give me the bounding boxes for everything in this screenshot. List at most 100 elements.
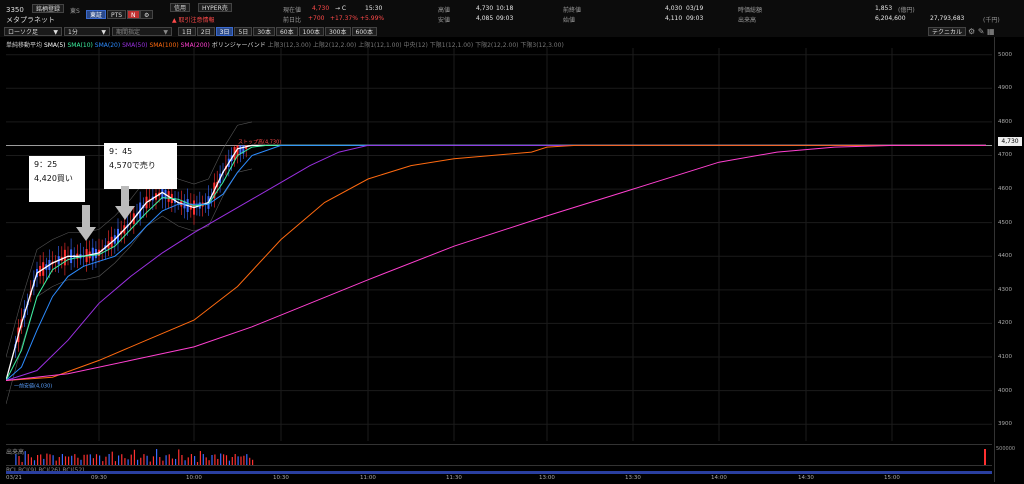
y-tick-label: 4200	[998, 320, 1012, 327]
volume-bar	[130, 454, 132, 465]
chart-type-select[interactable]: ローソク足 ▼	[4, 27, 62, 36]
ticker-code: 3350	[6, 6, 24, 14]
volume-bar	[220, 453, 222, 465]
period-tab[interactable]: 60本	[275, 27, 298, 36]
period-tabs: 1日 2日 3日 5日 30本 60本 100本 300本 600本	[178, 27, 377, 36]
interval-value: 1分	[68, 29, 78, 36]
market-cap-label: 時価総額	[738, 7, 763, 14]
settings-icon[interactable]: ⚙	[140, 10, 154, 19]
open-time: 09:03	[686, 15, 704, 22]
period-tab[interactable]: 5日	[234, 27, 253, 36]
y-tick-label: 4700	[998, 152, 1012, 159]
volume-bar	[111, 451, 113, 465]
time-axis: 03/21 09:30 10:00 10:30 11:00 11:30 13:00 13:30…	[6, 475, 992, 484]
tse-button[interactable]: 東証	[86, 10, 107, 19]
volume-bar	[202, 454, 204, 465]
current-price-label: 現在値	[283, 7, 302, 14]
volume-bar	[225, 455, 228, 465]
interval-select[interactable]: 1分 ▼	[64, 27, 110, 36]
market-cap-value: 1,853	[875, 5, 893, 12]
low-time: 09:03	[496, 15, 514, 22]
change-value: +700	[308, 15, 325, 22]
volume-bar	[240, 456, 242, 465]
period-tab[interactable]: 3日	[215, 27, 234, 36]
gear-icon[interactable]: ⚙ ✎ ▦	[968, 27, 995, 36]
y-tick-label: 4800	[998, 118, 1012, 125]
volume-bar	[194, 456, 196, 465]
chart-toolbar: ローソク足 ▼ 1分 ▼ 期間指定 ▼ 1日 2日 3日 5日 30本 60本 100本 300本 6…	[0, 26, 1024, 37]
x-tick-label: 03/21	[6, 475, 22, 481]
volume-bar	[24, 451, 26, 465]
rci-band	[6, 471, 992, 474]
volume-scale: 500000	[996, 446, 1016, 452]
volume-bar	[27, 454, 29, 465]
volume-bar	[52, 455, 54, 465]
price-axis: 3900 4000 4100 4200 4300 4400 4500 4600 4700 4800…	[994, 37, 1024, 482]
volume-bar	[95, 454, 98, 465]
y-tick-label: 4400	[998, 253, 1012, 260]
volume-bar	[64, 456, 67, 465]
x-tick-label: 14:00	[711, 475, 727, 481]
x-tick-label: 15:00	[884, 475, 900, 481]
y-tick-label: 3900	[998, 421, 1012, 428]
volume-bar	[181, 454, 183, 465]
volume-bar	[86, 454, 88, 465]
volume-bar	[205, 457, 207, 465]
register-button[interactable]: 銘柄登録	[32, 4, 65, 13]
price-chart[interactable]: ストップ高(4,730) 一前安値(4,030)	[6, 48, 992, 441]
volume-bar	[83, 454, 85, 465]
limit-high-label: ストップ高(4,730)	[238, 138, 281, 145]
period-tab[interactable]: 30本	[253, 27, 275, 36]
technical-button[interactable]: テクニカル	[928, 27, 967, 36]
y-tick-label: 4100	[998, 354, 1012, 361]
volume-bar	[133, 449, 136, 465]
change-percent: +17.37%	[330, 15, 358, 22]
current-price-marker: 4,730	[998, 137, 1022, 146]
current-price-time: 15:30	[365, 5, 383, 12]
x-tick-label: 11:00	[360, 475, 376, 481]
open-value: 4,110	[665, 15, 683, 22]
range-value: 期間指定	[116, 29, 141, 36]
credit-button[interactable]: 信用	[170, 3, 191, 12]
volume-bar	[211, 454, 213, 465]
volume-bar	[49, 454, 51, 465]
pts-button[interactable]: PTS	[107, 10, 127, 19]
period-tab[interactable]: 300本	[325, 27, 351, 36]
x-tick-label: 14:30	[798, 475, 814, 481]
period-tab[interactable]: 600本	[351, 27, 377, 36]
volume-bar	[58, 457, 60, 465]
chevron-down-icon: ▼	[53, 29, 58, 36]
volume-bar	[234, 454, 236, 465]
high-label: 高値	[438, 7, 451, 14]
volume-bar	[199, 451, 201, 465]
range-select[interactable]: 期間指定 ▼	[112, 27, 172, 36]
candle-body	[239, 145, 242, 154]
market-cap-unit: (億円)	[898, 7, 915, 14]
period-tab[interactable]: 100本	[298, 27, 325, 36]
volume-bar	[140, 457, 142, 465]
volume-bar	[143, 454, 145, 465]
x-tick-label: 13:00	[539, 475, 555, 481]
volume-bar	[40, 454, 42, 465]
volume-bar	[165, 455, 167, 465]
buy-text: 4,420買い	[34, 174, 73, 183]
period-tab[interactable]: 1日	[178, 27, 196, 36]
period-tab[interactable]: 2日	[196, 27, 215, 36]
volume-bar	[214, 454, 216, 465]
hyper-button[interactable]: HYPER売	[198, 3, 232, 12]
volume-bar	[152, 456, 155, 465]
low-value: 4,085	[476, 15, 494, 22]
x-tick-label: 09:30	[91, 475, 107, 481]
change-percent-2: +5.99%	[360, 15, 385, 22]
buy-arrow-icon	[76, 205, 96, 241]
chart-type-value: ローソク足	[8, 29, 39, 36]
volume-bars	[15, 449, 986, 465]
volume-bar	[37, 455, 39, 465]
volume-bar	[159, 457, 161, 465]
volume-bar-close	[984, 449, 986, 465]
turnover-unit: (千円)	[983, 17, 1000, 24]
prev-close-value: 4,030	[665, 5, 683, 12]
volume-bar	[156, 449, 158, 465]
warning-badge[interactable]: ▲ 取引注意情報	[172, 15, 215, 24]
news-button[interactable]: N	[127, 10, 140, 19]
